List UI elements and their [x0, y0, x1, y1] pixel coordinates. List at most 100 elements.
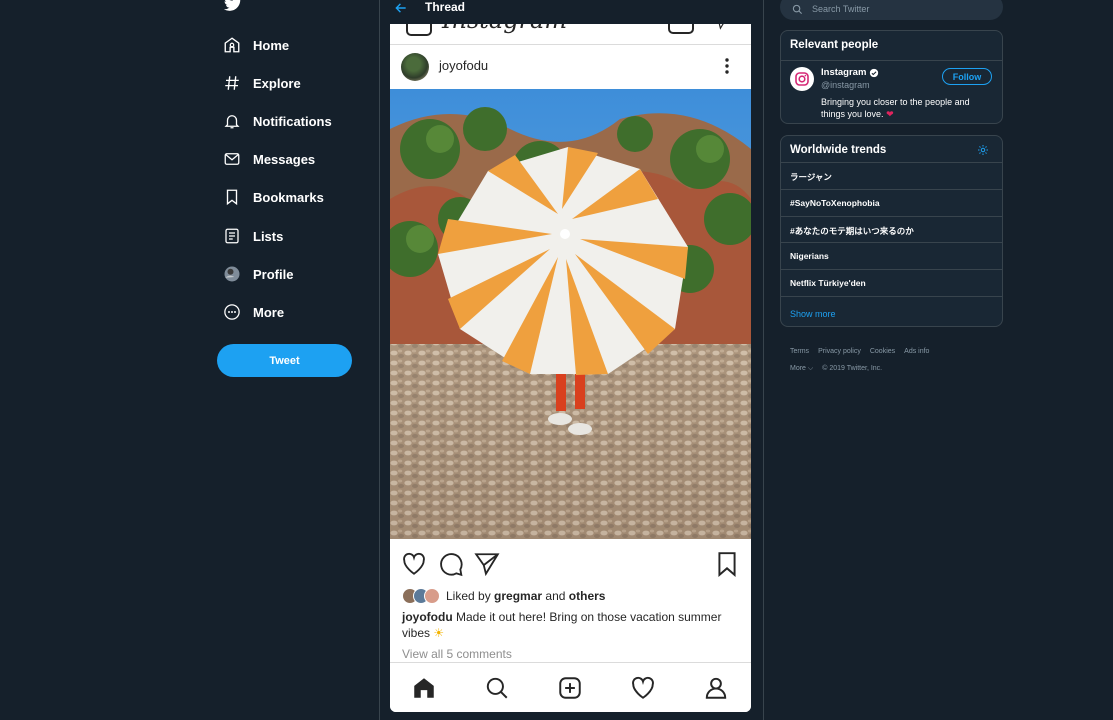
footer-link-terms[interactable]: Terms — [790, 348, 809, 355]
hashtag-icon — [225, 76, 239, 90]
trend-item[interactable]: Nigerians — [781, 242, 1002, 269]
nav-label-more: More — [253, 304, 285, 320]
ig-activity-heart-icon — [632, 676, 654, 699]
nav-label-profile: Profile — [253, 266, 294, 282]
verified-badge-icon — [870, 68, 879, 77]
trend-item[interactable]: Netflix Türkiye'den — [781, 269, 1002, 296]
post-caption: joyofodu Made it out here! Bring on thos… — [402, 609, 732, 641]
page-title: Thread — [425, 0, 466, 14]
nav-item-home[interactable]: Home — [223, 33, 289, 57]
camera-icon — [406, 24, 432, 36]
instagram-bottom-nav — [390, 662, 751, 712]
comment-bubble-icon[interactable] — [438, 551, 464, 577]
more-circle-icon — [224, 304, 240, 320]
post-photo — [390, 89, 751, 539]
post-author-avatar — [401, 53, 429, 81]
person-name-text: Instagram — [821, 67, 867, 78]
ig-home-icon — [414, 678, 434, 698]
liker-avatars — [402, 588, 440, 604]
footer-link-privacy[interactable]: Privacy policy — [818, 348, 861, 355]
nav-item-messages[interactable]: Messages — [223, 147, 315, 171]
liked-by-prefix: Liked by — [446, 589, 491, 603]
footer-more-link[interactable]: More ⌵ — [790, 365, 813, 373]
footer-links: Terms Privacy policy Cookies Ads info Mo… — [790, 348, 990, 383]
nav-item-more[interactable]: More — [223, 300, 284, 324]
envelope-icon — [224, 153, 240, 165]
save-bookmark-icon[interactable] — [714, 551, 740, 577]
instagram-screenshot[interactable]: Instagram joyofodu — [390, 24, 751, 712]
list-icon — [225, 228, 239, 244]
show-more-link[interactable]: Show more — [790, 309, 836, 319]
liked-by-and: and — [545, 589, 566, 603]
ig-new-post-icon — [559, 677, 581, 699]
instagram-logo-icon — [795, 72, 809, 86]
trend-label: Nigerians — [790, 251, 829, 261]
like-heart-icon[interactable] — [401, 551, 427, 577]
trend-label: #あなたのモテ期はいつ来るのか — [790, 226, 914, 236]
likes-summary: Liked by gregmar and others — [402, 587, 605, 605]
post-options-icon — [725, 58, 729, 74]
relevant-people-card: Relevant people Instagram @instagram Fol… — [780, 30, 1003, 124]
trend-label: Netflix Türkiye'den — [790, 278, 866, 288]
instagram-wordmark-logo: Instagram — [442, 24, 567, 34]
nav-item-notifications[interactable]: Notifications — [223, 109, 332, 133]
thread-column: Thread Instagram joyofodu — [379, 0, 764, 720]
bell-icon — [224, 115, 240, 129]
post-actions-bar — [390, 539, 751, 589]
follow-button[interactable]: Follow — [942, 68, 992, 85]
nav-label-explore: Explore — [253, 75, 301, 91]
back-arrow-icon[interactable] — [394, 1, 408, 15]
liked-by-user[interactable]: gregmar — [494, 589, 542, 603]
search-icon — [792, 4, 803, 15]
search-box — [780, 0, 1003, 20]
tweet-button[interactable]: Tweet — [217, 344, 352, 377]
ig-profile-icon — [705, 677, 727, 699]
nav-label-notifications: Notifications — [253, 113, 332, 129]
trend-item[interactable]: #SayNoToXenophobia — [781, 189, 1002, 216]
nav-item-explore[interactable]: Explore — [223, 71, 301, 95]
relevant-person-name[interactable]: Instagram — [821, 67, 879, 78]
trend-item[interactable]: #あなたのモテ期はいつ来るのか — [781, 216, 1002, 243]
search-input[interactable] — [810, 0, 994, 18]
gear-icon[interactable] — [977, 144, 989, 156]
nav-item-profile[interactable]: Profile — [223, 262, 293, 286]
relevant-person-bio: Bringing you closer to the people and th… — [821, 96, 991, 120]
post-header: joyofodu — [390, 45, 751, 89]
nav-label-bookmarks: Bookmarks — [253, 189, 324, 205]
trends-title: Worldwide trends — [790, 144, 887, 156]
relevant-people-title: Relevant people — [790, 39, 879, 51]
bio-text: Bringing you closer to the people and th… — [821, 97, 970, 119]
nav-label-home: Home — [253, 37, 290, 53]
red-heart-emoji-icon: ❤ — [886, 109, 894, 119]
caption-username[interactable]: joyofodu — [402, 610, 453, 624]
trend-label: #SayNoToXenophobia — [790, 198, 880, 208]
trend-item[interactable]: ラージャン — [781, 162, 1002, 189]
copyright-text: © 2019 Twitter, Inc. — [822, 365, 883, 372]
view-all-comments-link[interactable]: View all 5 comments — [402, 647, 512, 661]
nav-label-messages: Messages — [253, 151, 316, 167]
relevant-person-handle: @instagram — [821, 80, 870, 90]
footer-link-ads-info[interactable]: Ads info — [904, 348, 929, 355]
ig-search-icon — [486, 677, 508, 699]
nav-label-lists: Lists — [253, 228, 284, 244]
twitter-logo-icon[interactable] — [223, 0, 243, 14]
nav-item-bookmarks[interactable]: Bookmarks — [223, 185, 324, 209]
footer-link-cookies[interactable]: Cookies — [870, 348, 895, 355]
thread-header: Thread — [380, 0, 763, 16]
trends-card: Worldwide trends ラージャン #SayNoToXenophobi… — [780, 135, 1003, 327]
home-icon — [224, 37, 240, 53]
post-username: joyofodu — [439, 58, 489, 73]
igtv-icon — [668, 24, 694, 34]
instagram-top-bar: Instagram — [390, 24, 751, 45]
bookmark-icon — [226, 189, 238, 206]
chevron-down-icon: ⌵ — [807, 365, 814, 372]
share-send-icon[interactable] — [474, 551, 500, 577]
footer-more-label: More — [790, 365, 806, 372]
trend-label: ラージャン — [790, 172, 832, 182]
liked-by-others[interactable]: others — [569, 589, 606, 603]
avatar — [224, 266, 240, 282]
nav-item-lists[interactable]: Lists — [223, 224, 283, 248]
direct-message-icon — [718, 24, 724, 30]
instagram-avatar[interactable] — [790, 67, 814, 91]
relevant-person-row[interactable]: Instagram @instagram Follow Bringing you… — [781, 60, 1002, 125]
